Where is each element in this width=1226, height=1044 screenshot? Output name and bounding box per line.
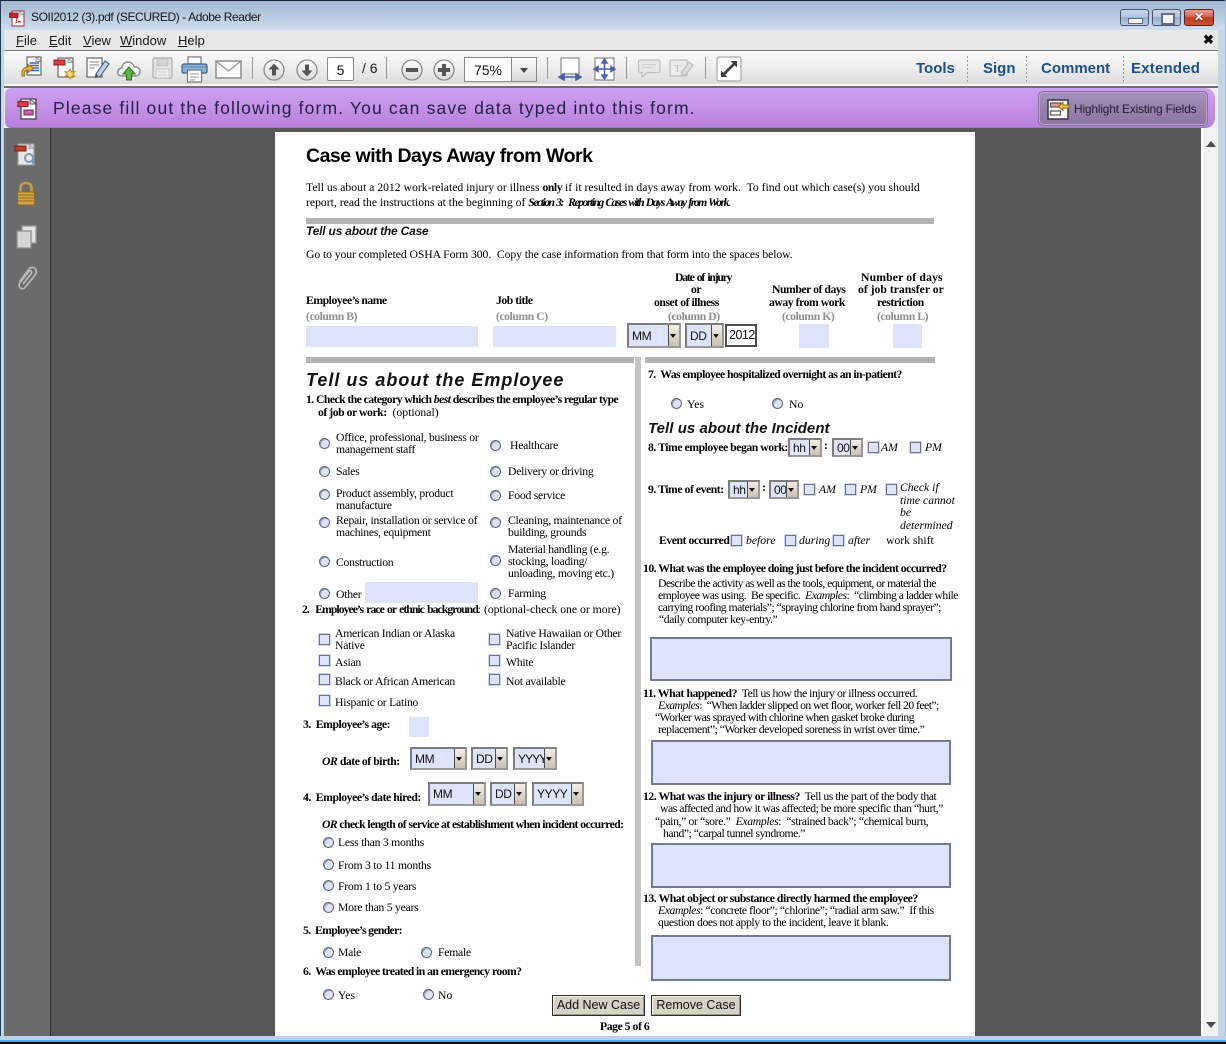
svg-text:T: T [674, 63, 681, 75]
